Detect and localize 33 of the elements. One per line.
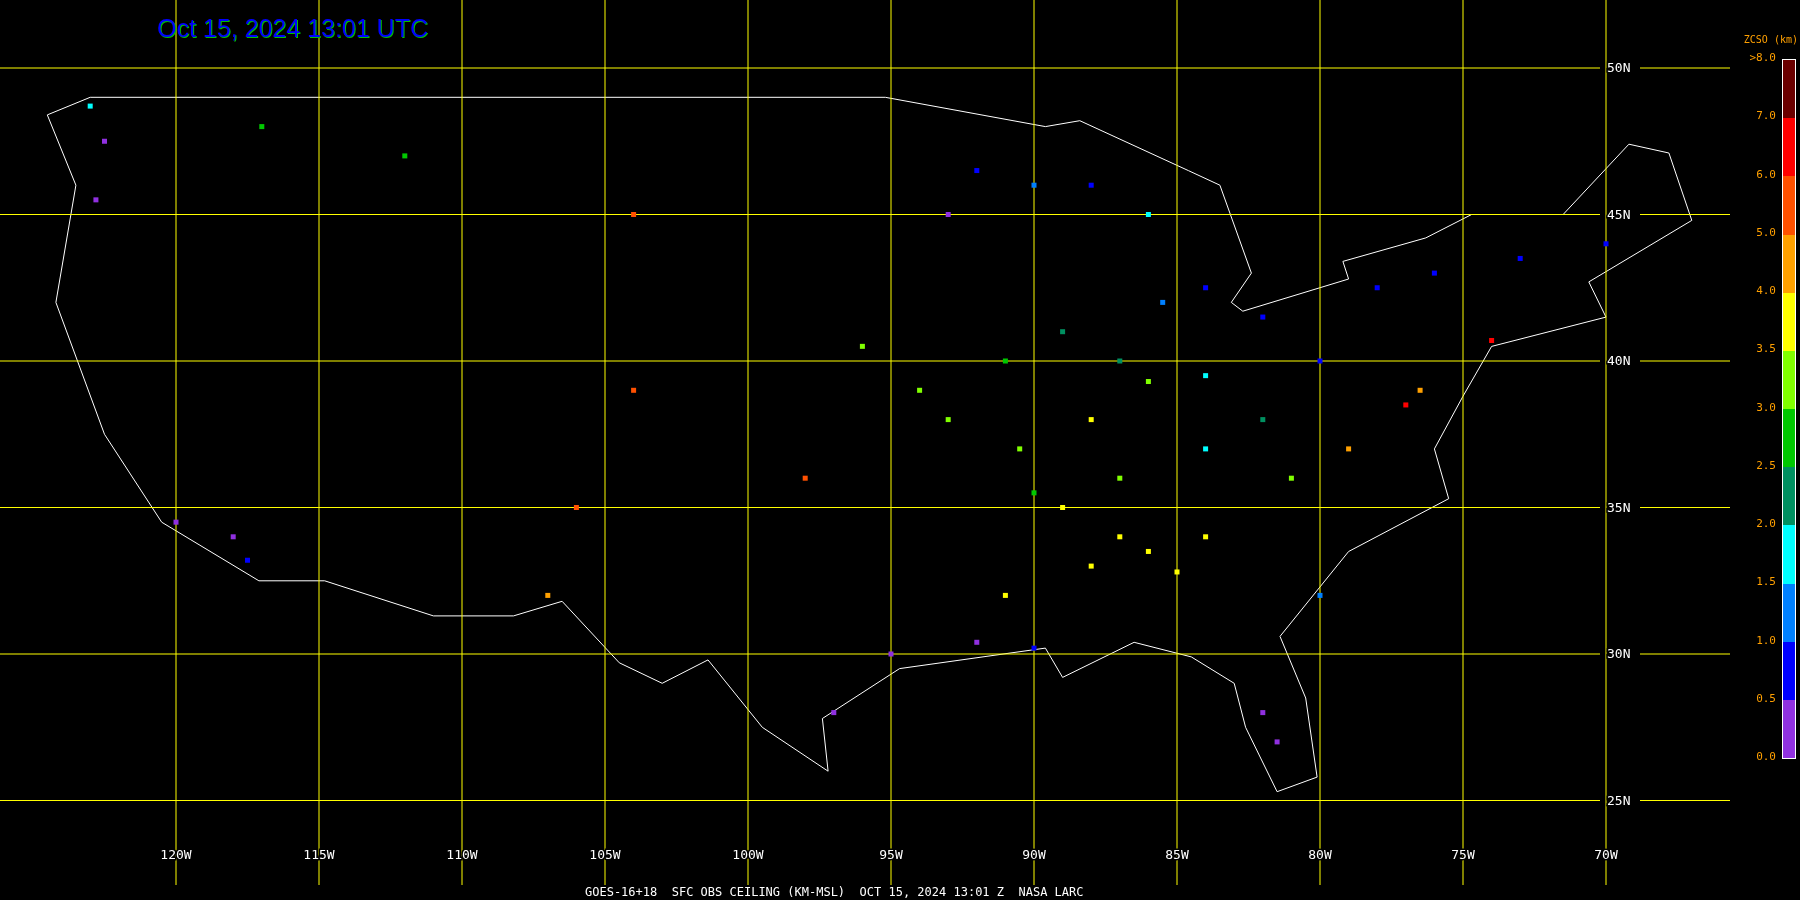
longitude-label: 110W xyxy=(446,847,478,862)
legend-tick: 1.0 xyxy=(1755,633,1776,647)
legend-tick: 6.0 xyxy=(1755,167,1776,181)
legend-tick: 1.5 xyxy=(1755,575,1776,589)
legend-tick: 3.5 xyxy=(1755,342,1776,356)
longitude-label: 90W xyxy=(1022,847,1046,862)
longitude-label: 100W xyxy=(732,847,764,862)
latitude-label: 45N xyxy=(1607,206,1631,222)
legend-tick: 7.0 xyxy=(1755,109,1776,123)
longitude-label: 85W xyxy=(1165,847,1189,862)
longitude-label: 80W xyxy=(1308,847,1332,862)
legend-tick: 0.0 xyxy=(1755,750,1776,763)
longitude-label: 70W xyxy=(1594,847,1618,862)
longitude-label: 120W xyxy=(160,847,192,862)
latitude-label: 50N xyxy=(1607,60,1631,75)
latitude-label: 35N xyxy=(1607,499,1631,515)
legend-tick: 2.5 xyxy=(1755,458,1776,472)
legend-tick: 3.0 xyxy=(1755,400,1776,414)
timestamp-title: Oct 15, 2024 13:01 UTC xyxy=(157,14,428,43)
legend-tick: 2.0 xyxy=(1755,517,1776,530)
longitude-label: 95W xyxy=(879,847,903,862)
legend-tick: 5.0 xyxy=(1755,225,1776,239)
longitude-label: 75W xyxy=(1451,847,1475,862)
longitude-label: 115W xyxy=(303,847,335,862)
latitude-label: 25N xyxy=(1607,792,1631,808)
longitude-label: 105W xyxy=(589,847,621,862)
latitude-label: 30N xyxy=(1607,646,1631,661)
map-caption: GOES-16+18 SFC OBS CEILING (KM-MSL) OCT 15, 2024 13:01 Z NASA LARC xyxy=(585,885,1084,899)
legend-title: ZCSO (km) xyxy=(1743,34,1798,45)
legend-tick: 4.0 xyxy=(1755,284,1776,297)
legend-tick: 0.5 xyxy=(1755,691,1776,705)
legend-tick: >8.0 xyxy=(1749,51,1776,64)
latitude-label: 40N xyxy=(1607,353,1631,368)
